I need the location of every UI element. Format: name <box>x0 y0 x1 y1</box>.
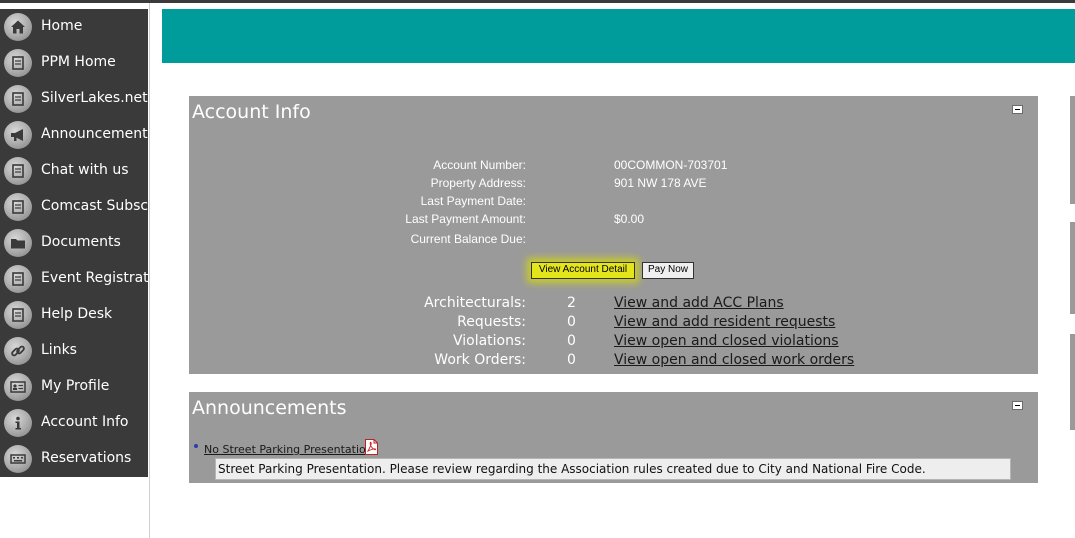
collapse-button[interactable] <box>1012 105 1023 114</box>
profile-card-icon <box>4 373 32 401</box>
current-balance-label: Current Balance Due: <box>410 232 526 246</box>
header-banner <box>162 9 1075 63</box>
sidebar-item-comcast[interactable]: Comcast Subscri <box>0 189 148 225</box>
account-number-label: Account Number: <box>433 158 526 172</box>
account-info-panel: Account Info Account Number: 00COMMON-70… <box>189 96 1038 374</box>
sidebar-item-event-registration[interactable]: Event Registratic <box>0 261 148 297</box>
home-icon <box>4 13 32 41</box>
sidebar-item-label: Documents <box>41 234 121 250</box>
sidebar: Home PPM Home SilverLakes.net Announceme… <box>0 9 148 477</box>
sidebar-item-documents[interactable]: Documents <box>0 225 148 261</box>
folder-icon <box>4 229 32 257</box>
sidebar-item-label: Event Registratic <box>41 270 148 286</box>
requests-count: 0 <box>567 314 576 330</box>
violations-count: 0 <box>567 333 576 349</box>
sidebar-divider <box>149 3 150 538</box>
sidebar-item-label: Help Desk <box>41 306 113 322</box>
right-panel-edge <box>1070 334 1075 430</box>
architecturals-count: 2 <box>567 295 576 311</box>
account-number-value: 00COMMON-703701 <box>614 158 728 172</box>
link-icon <box>4 337 32 365</box>
page-icon <box>4 157 32 185</box>
requests-label: Requests: <box>457 314 526 330</box>
sidebar-item-ppm-home[interactable]: PPM Home <box>0 45 148 81</box>
info-icon <box>4 409 32 437</box>
page-icon <box>4 265 32 293</box>
last-payment-date-label: Last Payment Date: <box>420 194 526 208</box>
pay-now-button[interactable]: Pay Now <box>642 262 694 279</box>
sidebar-item-links[interactable]: Links <box>0 333 148 369</box>
violations-label: Violations: <box>452 333 526 349</box>
work-orders-link[interactable]: View open and closed work orders <box>614 352 854 368</box>
sidebar-item-label: My Profile <box>41 378 110 394</box>
work-orders-label: Work Orders: <box>434 352 526 368</box>
page-icon <box>4 301 32 329</box>
right-panel-edge <box>1070 96 1075 204</box>
sidebar-item-account-info[interactable]: Account Info <box>0 405 148 441</box>
sidebar-item-help-desk[interactable]: Help Desk <box>0 297 148 333</box>
page-icon <box>4 193 32 221</box>
announcement-title-link[interactable]: No Street Parking Presentation <box>204 443 373 456</box>
pdf-icon[interactable] <box>364 439 379 455</box>
violations-link[interactable]: View open and closed violations <box>614 333 839 349</box>
announcements-panel: Announcements No Street Parking Presenta… <box>189 392 1038 483</box>
sidebar-item-label: Account Info <box>41 414 129 430</box>
sidebar-item-label: Chat with us <box>41 162 129 178</box>
last-payment-amount-value: $0.00 <box>614 212 645 226</box>
page-icon <box>4 49 32 77</box>
megaphone-icon <box>4 121 32 149</box>
sidebar-item-label: Reservations <box>41 450 132 466</box>
panel-title: Account Info <box>192 101 311 123</box>
sidebar-item-my-profile[interactable]: My Profile <box>0 369 148 405</box>
sidebar-item-label: Comcast Subscri <box>41 198 148 214</box>
page-icon <box>4 85 32 113</box>
sidebar-item-label: SilverLakes.net <box>41 90 148 106</box>
sidebar-item-label: Links <box>41 342 77 358</box>
keyboard-icon <box>4 445 32 473</box>
architecturals-label: Architecturals: <box>424 295 526 311</box>
right-panel-edge <box>1070 222 1075 314</box>
sidebar-item-reservations[interactable]: Reservations <box>0 441 148 477</box>
sidebar-item-silverlakes[interactable]: SilverLakes.net <box>0 81 148 117</box>
sidebar-item-home[interactable]: Home <box>0 9 148 45</box>
property-address-value: 901 NW 178 AVE <box>614 176 707 190</box>
sidebar-item-announcements[interactable]: Announcements <box>0 117 148 153</box>
resident-requests-link[interactable]: View and add resident requests <box>614 314 835 330</box>
list-bullet <box>194 444 198 448</box>
last-payment-amount-label: Last Payment Amount: <box>405 212 526 226</box>
sidebar-item-label: PPM Home <box>41 54 116 70</box>
collapse-button[interactable] <box>1012 401 1023 410</box>
sidebar-item-chat[interactable]: Chat with us <box>0 153 148 189</box>
acc-plans-link[interactable]: View and add ACC Plans <box>614 295 784 311</box>
work-orders-count: 0 <box>567 352 576 368</box>
property-address-label: Property Address: <box>430 176 526 190</box>
sidebar-item-label: Announcements <box>41 126 148 142</box>
top-border <box>0 0 1075 3</box>
panel-title: Announcements <box>192 397 347 419</box>
sidebar-item-label: Home <box>41 18 83 34</box>
announcement-description: Street Parking Presentation. Please revi… <box>215 458 1011 480</box>
view-account-detail-button[interactable]: View Account Detail <box>531 262 635 279</box>
